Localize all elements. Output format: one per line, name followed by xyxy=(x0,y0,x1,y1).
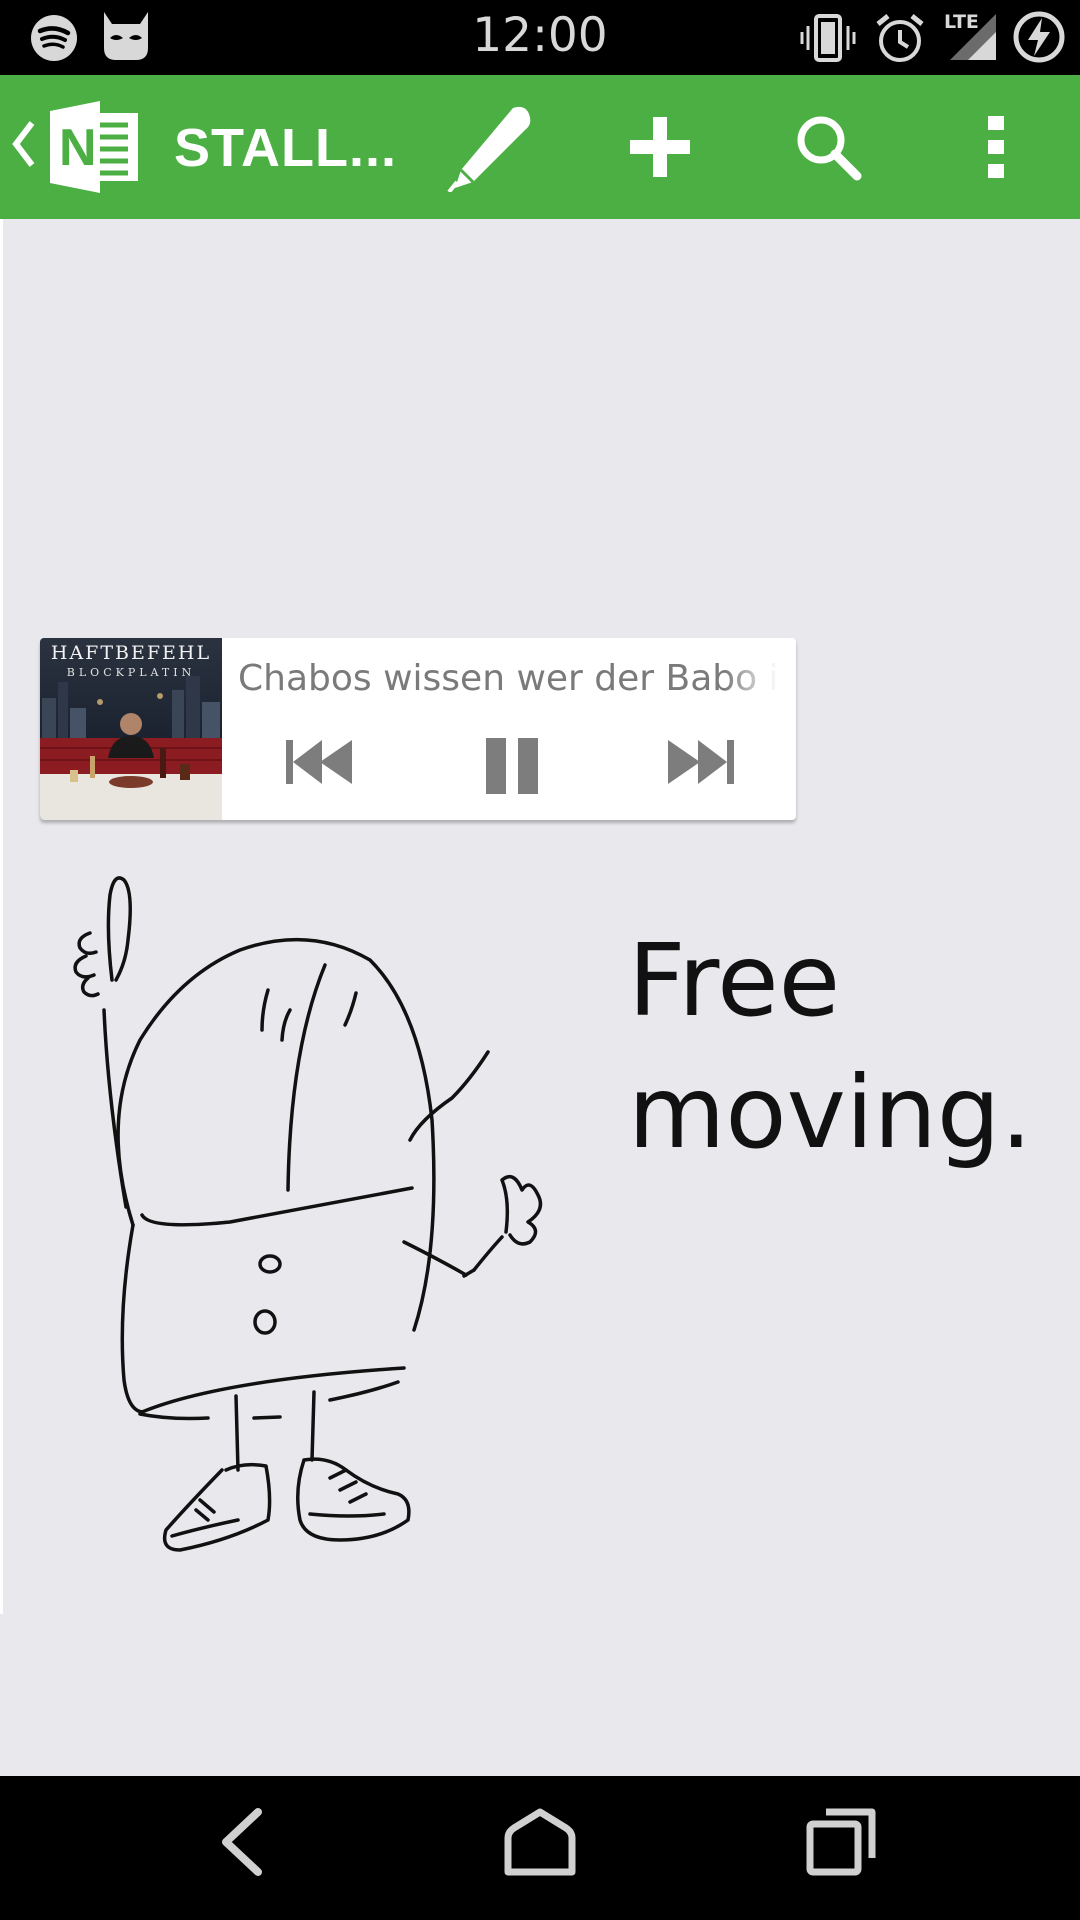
network-type-label: LTE xyxy=(944,11,979,33)
screen: 12:00 LTE N STALL... HAFTBEFEHL BLOCKPLA… xyxy=(0,0,1080,1920)
add-button[interactable] xyxy=(610,99,710,199)
notebook-title[interactable]: STALL... xyxy=(174,117,397,179)
status-bar: 12:00 LTE xyxy=(0,0,1080,75)
onenote-logo-icon[interactable]: N xyxy=(48,99,144,199)
pen-icon xyxy=(447,102,537,196)
hand-drawn-sketch[interactable] xyxy=(0,219,620,1619)
alarm-icon xyxy=(874,12,926,68)
search-button[interactable] xyxy=(778,99,878,199)
action-bar: N STALL... xyxy=(0,75,1080,219)
plus-icon xyxy=(628,115,692,183)
svg-text:N: N xyxy=(59,119,97,177)
vibrate-icon xyxy=(800,14,856,66)
nav-home-icon[interactable] xyxy=(502,1806,578,1882)
nav-back-icon[interactable] xyxy=(214,1806,270,1882)
back-chevron-icon[interactable] xyxy=(10,119,36,173)
handwritten-text[interactable]: Free moving. xyxy=(628,915,1032,1179)
battery-charging-icon xyxy=(1012,10,1066,68)
overflow-menu-icon xyxy=(984,114,1008,184)
overflow-menu-button[interactable] xyxy=(946,99,1046,199)
navigation-bar xyxy=(0,1776,1080,1920)
nav-recents-icon[interactable] xyxy=(806,1806,876,1880)
next-icon[interactable] xyxy=(666,738,736,790)
lte-signal-icon: LTE xyxy=(944,10,1000,66)
search-icon xyxy=(793,112,863,186)
pen-button[interactable] xyxy=(442,99,542,199)
